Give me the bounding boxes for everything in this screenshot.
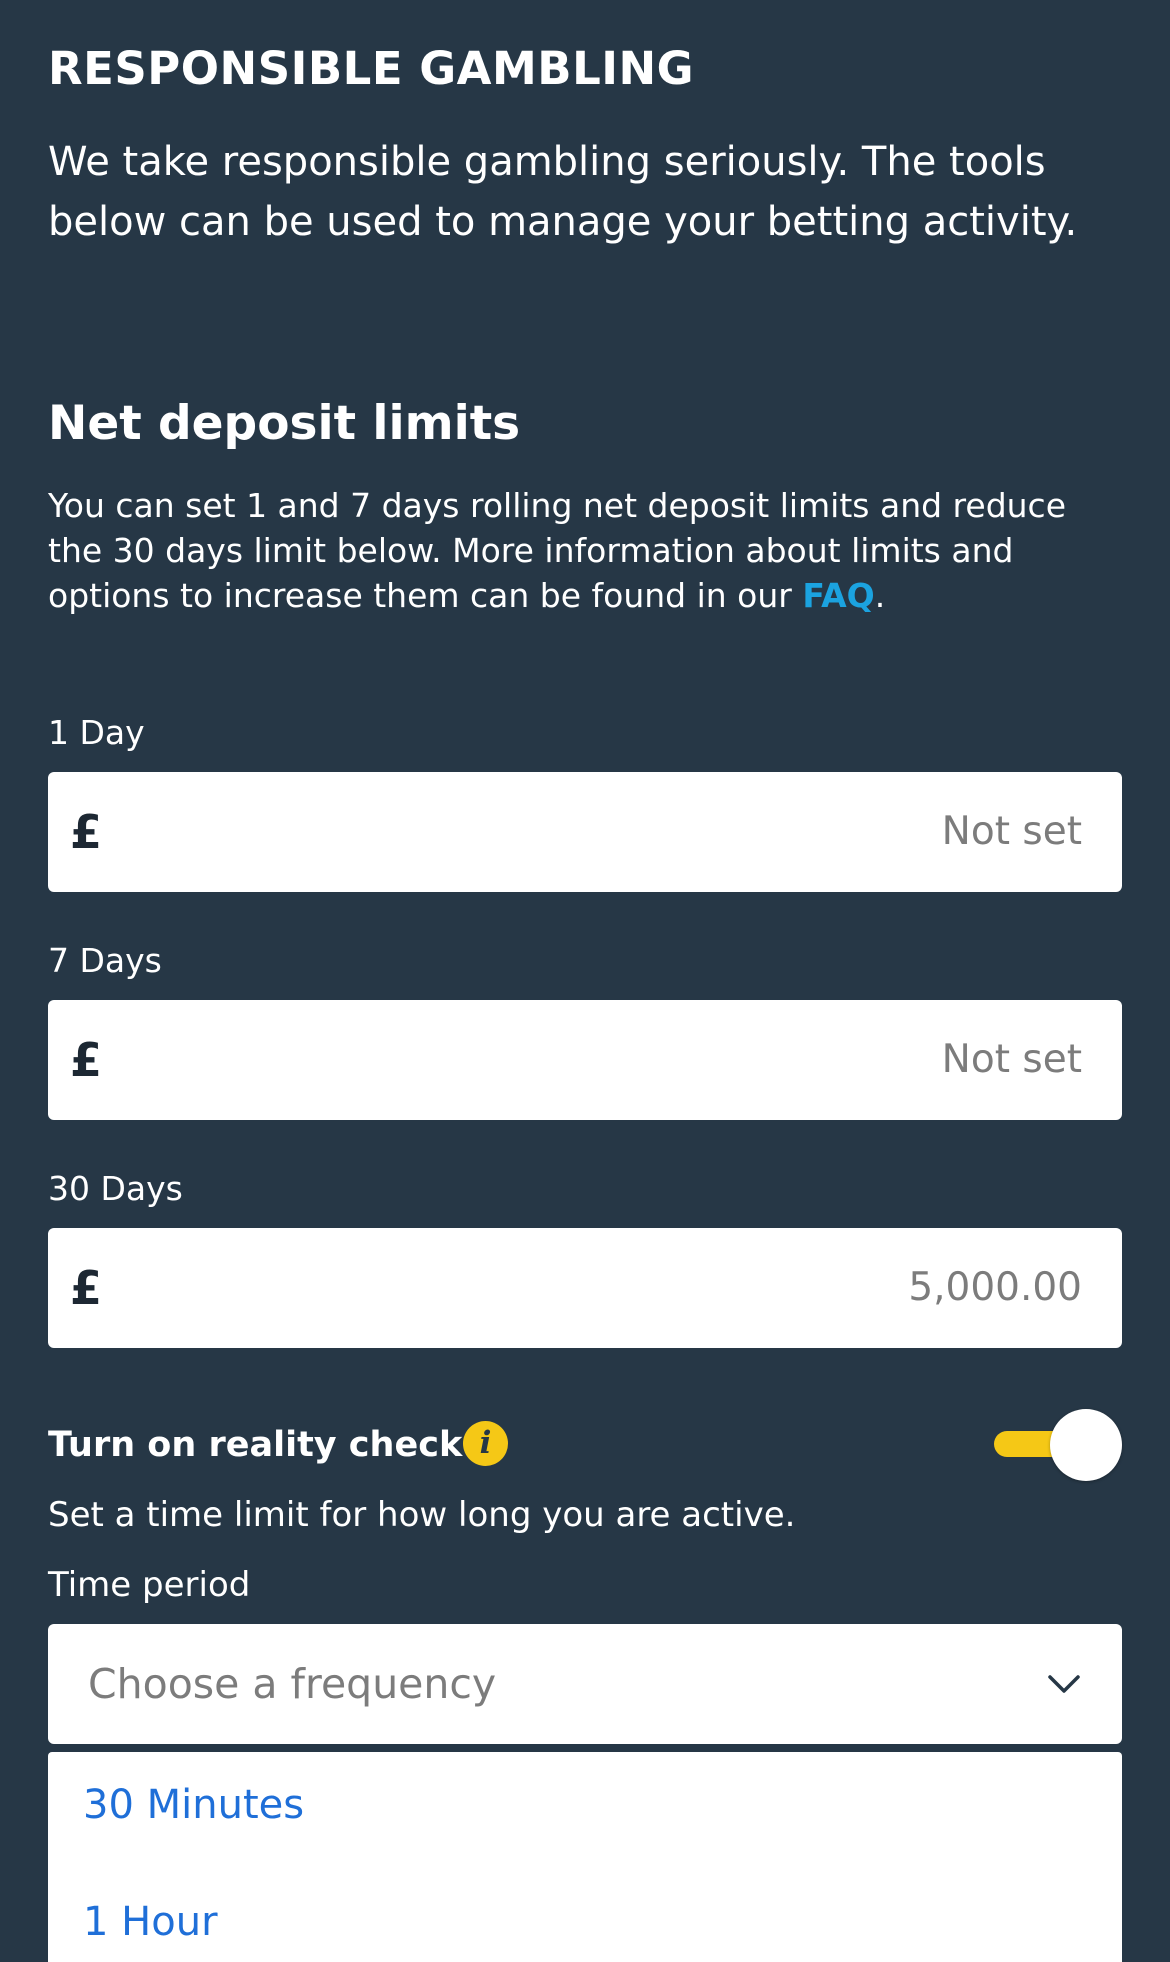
reality-check-description: Set a time limit for how long you are ac… <box>48 1495 796 1535</box>
reality-check-title: Turn on reality check <box>48 1425 463 1465</box>
time-period-label: Time period <box>48 1565 251 1605</box>
limit-value-7-days: Not set <box>941 1037 1082 1082</box>
limit-label-7-days: 7 Days <box>48 941 162 980</box>
intro-text: We take responsible gambling seriously. … <box>48 139 1078 245</box>
toggle-knob <box>1050 1409 1122 1481</box>
limit-value-30-days: 5,000.00 <box>908 1265 1082 1310</box>
net-deposit-title: Net deposit limits <box>48 396 521 451</box>
frequency-option-30-minutes[interactable]: 30 Minutes <box>83 1782 304 1828</box>
faq-link[interactable]: FAQ <box>802 576 874 615</box>
description-trailing: . <box>874 576 886 615</box>
frequency-dropdown-menu: 30 Minutes 1 Hour <box>48 1752 1122 1962</box>
info-icon[interactable]: i <box>463 1421 508 1466</box>
limit-input-7-days[interactable]: £ Not set <box>48 1000 1122 1120</box>
reality-check-toggle[interactable] <box>990 1409 1122 1481</box>
limit-input-1-day[interactable]: £ Not set <box>48 772 1122 892</box>
frequency-select-placeholder: Choose a frequency <box>88 1660 497 1708</box>
limit-value-1-day: Not set <box>941 809 1082 854</box>
pound-currency-icon: £ <box>70 805 103 859</box>
frequency-option-1-hour[interactable]: 1 Hour <box>83 1899 218 1945</box>
frequency-select[interactable]: Choose a frequency <box>48 1624 1122 1744</box>
net-deposit-description-text: You can set 1 and 7 days rolling net dep… <box>48 486 1067 615</box>
page-title: RESPONSIBLE GAMBLING <box>48 42 695 95</box>
limit-label-1-day: 1 Day <box>48 713 145 752</box>
limit-input-30-days[interactable]: £ 5,000.00 <box>48 1228 1122 1348</box>
pound-currency-icon: £ <box>70 1033 103 1087</box>
pound-currency-icon: £ <box>70 1261 103 1315</box>
chevron-down-icon <box>1048 1675 1080 1693</box>
limit-label-30-days: 30 Days <box>48 1169 183 1208</box>
net-deposit-description: You can set 1 and 7 days rolling net dep… <box>48 483 1122 618</box>
